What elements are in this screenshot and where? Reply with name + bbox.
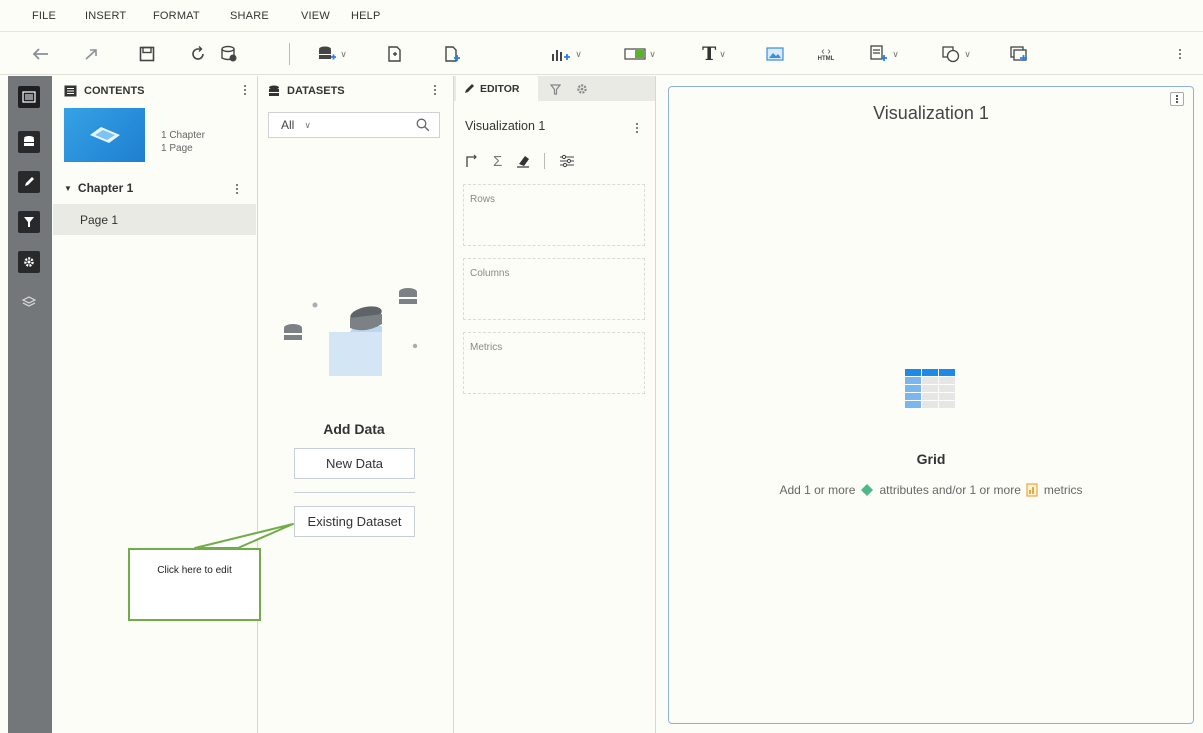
datasets-icon[interactable] [18, 131, 40, 153]
tab-editor[interactable]: EDITOR [456, 76, 538, 101]
insert-filter-icon[interactable]: ∨ [620, 41, 660, 67]
visualization-menu-icon[interactable] [1170, 92, 1184, 106]
menu-insert[interactable]: INSERT [85, 10, 126, 22]
menu-file[interactable]: FILE [32, 10, 56, 22]
page-label: Page 1 [80, 212, 119, 227]
grid-hint: Add 1 or more attributes and/or 1 or mor… [669, 483, 1193, 497]
hint-attributes: attributes and/or 1 or more [879, 483, 1021, 497]
chapter-label: Chapter 1 [77, 181, 134, 195]
metrics-dropzone[interactable]: Metrics [463, 332, 645, 394]
search-icon[interactable] [416, 118, 430, 132]
layers-icon[interactable] [18, 291, 40, 313]
chapter-more-icon[interactable] [236, 182, 240, 196]
new-page-icon[interactable] [441, 41, 463, 67]
contents-header: CONTENTS [64, 78, 254, 104]
datasets-header-icon [269, 85, 279, 96]
rows-label: Rows [470, 194, 496, 205]
thumbnail-chapters: 1 Chapter [161, 130, 205, 141]
datasets-more-icon[interactable] [434, 83, 438, 97]
tab-format-icon[interactable] [576, 82, 588, 100]
editor-icon[interactable] [18, 171, 40, 193]
refresh-icon[interactable] [187, 41, 209, 67]
page-thumbnail[interactable] [64, 108, 145, 162]
tab-filter-icon[interactable] [549, 82, 562, 100]
add-data-heading: Add Data [323, 421, 385, 437]
thumbnail-pages: 1 Page [161, 143, 193, 154]
existing-dataset-button[interactable]: Existing Dataset [294, 506, 415, 537]
insert-image-icon[interactable] [764, 41, 786, 67]
contents-icon [64, 85, 77, 97]
new-data-button[interactable]: New Data [294, 448, 415, 479]
dataset-filter-value: All [281, 118, 295, 132]
duplicate-page-icon[interactable] [384, 41, 406, 67]
insert-visualization-icon[interactable]: ∨ [546, 41, 586, 67]
menu-bar: FILE INSERT FORMAT SHARE VIEW HELP [0, 0, 1203, 32]
insert-html-icon[interactable]: ‹ › HTML [812, 41, 840, 67]
filter-icon[interactable] [18, 211, 40, 233]
insert-shape-icon[interactable]: ∨ [936, 41, 976, 67]
columns-label: Columns [470, 268, 510, 279]
columns-dropzone[interactable]: Columns [463, 258, 645, 320]
page-item[interactable]: Page 1 [53, 204, 256, 235]
data-pause-icon[interactable] [218, 41, 240, 67]
callout-box: Click here to edit [128, 548, 261, 621]
metric-icon [1026, 483, 1038, 497]
grid-label: Grid [916, 451, 946, 467]
callout-text: Click here to edit [157, 565, 232, 576]
contents-more-icon[interactable] [244, 83, 248, 97]
editor-more-icon[interactable] [636, 121, 640, 135]
datasets-header: DATASETS [268, 78, 448, 104]
rows-dropzone[interactable]: Rows [463, 184, 645, 246]
menu-share[interactable]: SHARE [230, 10, 269, 22]
add-data-icon[interactable]: ∨ [312, 41, 352, 67]
visualization-container[interactable]: Visualization 1 Grid Add 1 or more attri… [668, 86, 1194, 724]
thumbnail-logo-icon [90, 127, 120, 143]
sum-icon[interactable]: Σ [493, 153, 502, 170]
hint-metrics: metrics [1043, 483, 1083, 497]
insert-widget-icon[interactable] [1008, 41, 1030, 67]
visualization-title: Visualization 1 [873, 103, 989, 123]
contents-title: CONTENTS [84, 85, 145, 97]
save-icon[interactable] [136, 41, 158, 67]
dataset-filter-select[interactable]: All ∨ [268, 112, 440, 138]
metrics-label: Metrics [470, 342, 503, 353]
left-rail [8, 76, 52, 733]
sliders-icon[interactable] [559, 154, 575, 168]
attribute-diamond-icon [861, 484, 874, 496]
editor-viz-name: Visualization 1 [465, 119, 546, 133]
redo-icon[interactable] [80, 41, 102, 67]
html-label: HTML [817, 55, 835, 62]
hint-prefix: Add 1 or more [779, 483, 856, 497]
table-of-contents-icon[interactable] [18, 86, 40, 108]
swap-axes-icon[interactable] [465, 154, 479, 168]
grid-viz-icon [905, 369, 955, 408]
menu-view[interactable]: VIEW [301, 10, 330, 22]
insert-text-icon[interactable]: T ∨ [694, 41, 734, 67]
menu-help[interactable]: HELP [351, 10, 381, 22]
menu-format[interactable]: FORMAT [153, 10, 200, 22]
undo-icon[interactable] [30, 41, 52, 67]
chapter-item[interactable]: ▼ Chapter 1 [64, 178, 254, 198]
datasets-title: DATASETS [287, 85, 345, 97]
insert-panel-stack-icon[interactable]: ∨ [864, 41, 904, 67]
chevron-down-icon: ∨ [304, 119, 311, 130]
settings-icon[interactable] [18, 251, 40, 273]
more-icon[interactable] [1176, 41, 1186, 67]
datasets-divider [294, 492, 415, 493]
toolbar: ∨ ∨ ∨ T ∨ ‹ › HTML ∨ ∨ [0, 33, 1203, 75]
editor-tools: Σ [465, 152, 575, 170]
pencil-icon [465, 84, 474, 93]
tools-divider [544, 153, 546, 169]
tab-editor-label: EDITOR [480, 82, 520, 95]
empty-datasets-illustration [278, 280, 428, 385]
eraser-icon[interactable] [516, 154, 530, 168]
chapter-collapse-icon[interactable]: ▼ [64, 184, 72, 193]
